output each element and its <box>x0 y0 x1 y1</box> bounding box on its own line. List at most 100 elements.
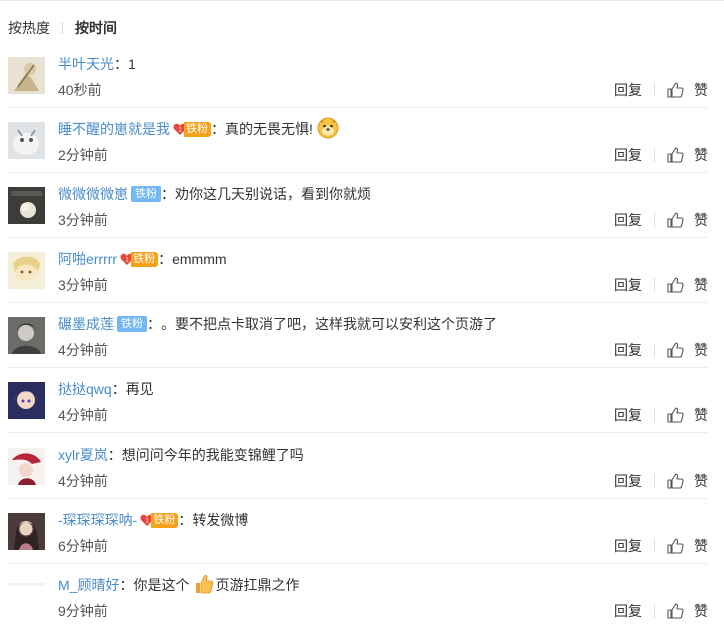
comment-time: 3分钟前 <box>58 212 108 228</box>
thumbs-up-icon <box>667 603 684 619</box>
thumbs-up-icon <box>667 538 684 554</box>
reply-button[interactable]: 回复 <box>614 210 642 230</box>
reply-button[interactable]: 回复 <box>614 471 642 491</box>
sort-by-hot[interactable]: 按热度 <box>8 18 50 38</box>
like-label: 赞 <box>694 342 708 358</box>
comment-item: 睡不醒的崽就是我 1 铁粉 ： 真的无畏无惧! 2分钟前 回复 赞 <box>0 108 724 173</box>
comment-item: 碾墨成莲 铁粉 ： 。要不把点卡取消了吧，这样我就可以安利这个页游了 4分钟前 … <box>0 303 724 368</box>
sort-bar: 按热度 按时间 <box>8 17 117 39</box>
like-button[interactable]: 赞 <box>667 536 708 556</box>
colon: ： <box>161 186 175 202</box>
comment-time: 4分钟前 <box>58 342 108 358</box>
fan-badge[interactable]: 1 铁粉 <box>173 121 211 137</box>
doge-emoji-icon <box>317 117 339 142</box>
like-button[interactable]: 赞 <box>667 80 708 100</box>
username[interactable]: -琛琛琛琛呐- <box>58 510 137 530</box>
sort-separator <box>62 22 63 34</box>
comment-time: 2分钟前 <box>58 147 108 163</box>
comment-item: 阿啪errrrr 1 铁粉 ： emmmm 3分钟前 回复 赞 <box>0 238 724 303</box>
like-label: 赞 <box>694 212 708 228</box>
colon: ： <box>119 577 134 593</box>
avatar[interactable] <box>8 252 45 289</box>
comment-time: 3分钟前 <box>58 277 108 293</box>
username[interactable]: M_顾晴好 <box>58 575 119 595</box>
avatar[interactable] <box>8 382 45 419</box>
like-label: 赞 <box>694 538 708 554</box>
avatar[interactable] <box>8 317 45 354</box>
colon: ： <box>178 512 193 528</box>
comment-text: 转发微博 <box>192 512 249 528</box>
thumbs-up-icon <box>667 212 684 228</box>
reply-button[interactable]: 回复 <box>614 601 642 621</box>
avatar[interactable] <box>8 578 45 586</box>
fan-badge[interactable]: 铁粉 <box>117 316 147 332</box>
reply-button[interactable]: 回复 <box>614 536 642 556</box>
reply-button[interactable]: 回复 <box>614 275 642 295</box>
like-button[interactable]: 赞 <box>667 601 708 621</box>
comment-item: xylr夏岚 ： 想问问今年的我能变锦鲤了吗 4分钟前 回复 赞 <box>0 434 724 499</box>
avatar[interactable] <box>8 513 45 550</box>
comment-item: -琛琛琛琛呐- 1 铁粉 ： 转发微博 6分钟前 回复 赞 <box>0 499 724 564</box>
sort-by-time[interactable]: 按时间 <box>75 18 117 38</box>
comment-text: 劝你这几天别说话，看到你就烦 <box>175 186 371 202</box>
thumbs-up-icon <box>667 277 684 293</box>
avatar[interactable] <box>8 122 45 159</box>
like-label: 赞 <box>694 277 708 293</box>
username[interactable]: 碾墨成莲 <box>58 314 114 334</box>
username[interactable]: 睡不醒的崽就是我 <box>58 119 170 139</box>
username[interactable]: 阿啪errrrr <box>58 249 117 269</box>
reply-button[interactable]: 回复 <box>614 80 642 100</box>
reply-button[interactable]: 回复 <box>614 145 642 165</box>
comment-item: 微微微微崽 铁粉 ： 劝你这几天别说话，看到你就烦 3分钟前 回复 赞 <box>0 173 724 238</box>
like-label: 赞 <box>694 407 708 423</box>
username[interactable]: 挞挞qwq <box>58 379 112 399</box>
like-button[interactable]: 赞 <box>667 405 708 425</box>
comment-time: 4分钟前 <box>58 407 108 423</box>
comment-text-continued: 页游扛鼎之作 <box>215 577 300 593</box>
comment-text: 。要不把点卡取消了吧，这样我就可以安利这个页游了 <box>161 316 497 332</box>
thumbs-up-icon <box>667 407 684 423</box>
action-separator <box>654 213 655 227</box>
fan-badge-label: 铁粉 <box>151 512 179 528</box>
avatar[interactable] <box>8 57 45 94</box>
comment-item: 半叶天光 ： 1 40秒前 回复 赞 <box>0 43 724 108</box>
avatar[interactable] <box>8 448 45 485</box>
fan-badge[interactable]: 1 铁粉 <box>120 251 159 267</box>
like-button[interactable]: 赞 <box>667 275 708 295</box>
colon: ： <box>111 381 126 397</box>
comment-text: 你是这个 <box>133 577 190 593</box>
reply-button[interactable]: 回复 <box>614 340 642 360</box>
fan-badge[interactable]: 铁粉 <box>131 186 161 202</box>
comment-text: 再见 <box>125 381 154 397</box>
action-separator <box>654 604 655 618</box>
like-button[interactable]: 赞 <box>667 145 708 165</box>
like-button[interactable]: 赞 <box>667 340 708 360</box>
comment-time: 6分钟前 <box>58 538 108 554</box>
avatar[interactable] <box>8 187 45 224</box>
username[interactable]: xylr夏岚 <box>58 445 108 465</box>
like-label: 赞 <box>694 147 708 163</box>
reply-button[interactable]: 回复 <box>614 405 642 425</box>
comment-item: 挞挞qwq ： 再见 4分钟前 回复 赞 <box>0 368 724 433</box>
like-label: 赞 <box>694 82 708 98</box>
colon: ： <box>147 316 161 332</box>
colon: ： <box>158 251 173 267</box>
action-separator <box>654 148 655 162</box>
colon: ： <box>211 121 225 137</box>
thumbs-up-icon <box>667 82 684 98</box>
thumbs-up-icon <box>667 473 684 489</box>
fan-badge[interactable]: 1 铁粉 <box>140 512 179 528</box>
username[interactable]: 半叶天光 <box>58 54 114 74</box>
like-button[interactable]: 赞 <box>667 471 708 491</box>
action-separator <box>654 408 655 422</box>
username[interactable]: 微微微微崽 <box>58 184 128 204</box>
like-label: 赞 <box>694 603 708 619</box>
comment-text: 想问问今年的我能变锦鲤了吗 <box>121 447 304 463</box>
fan-badge-label: 铁粉 <box>131 251 159 267</box>
like-button[interactable]: 赞 <box>667 210 708 230</box>
colon: ： <box>114 56 128 72</box>
action-separator <box>654 83 655 97</box>
thumbs-up-emoji-icon <box>193 573 215 598</box>
comment-text: emmmm <box>172 251 227 267</box>
thumbs-up-icon <box>667 147 684 163</box>
